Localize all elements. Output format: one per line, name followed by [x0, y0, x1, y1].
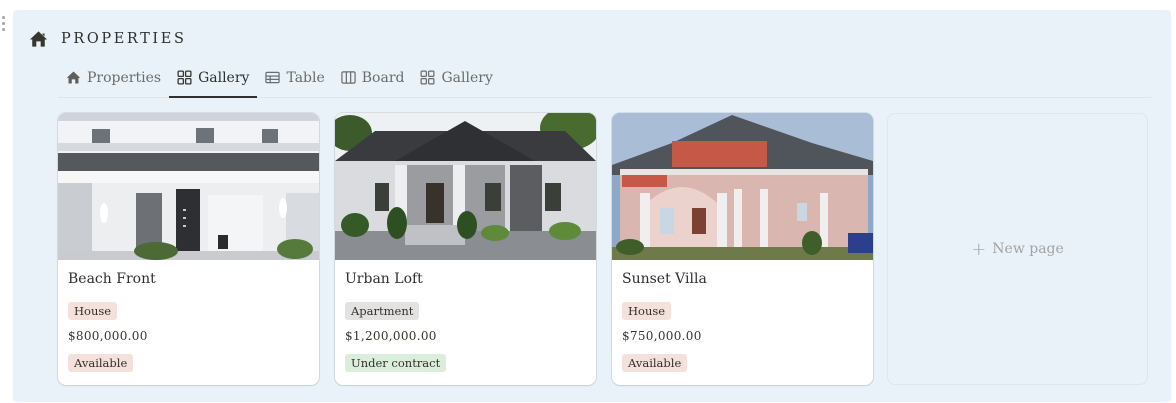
gallery-card-beach-front[interactable]: Beach Front House $800,000.00 Available	[58, 113, 319, 385]
properties-database-block: PROPERTIES Properties Gallery Table Boar…	[13, 10, 1171, 402]
tab-label: Table	[286, 69, 325, 86]
card-price: $800,000.00	[68, 329, 148, 343]
database-title[interactable]: PROPERTIES	[61, 31, 186, 47]
tab-board[interactable]: Board	[333, 62, 413, 93]
type-badge: House	[622, 302, 672, 320]
gallery-card-urban-loft[interactable]: Urban Loft Apartment $1,200,000.00 Under…	[335, 113, 596, 385]
home-icon	[29, 31, 48, 47]
tab-label: Properties	[87, 69, 162, 86]
card-cover-image	[335, 113, 596, 260]
status-badge: Under contract	[345, 354, 447, 372]
tab-properties[interactable]: Properties	[58, 62, 169, 93]
tab-table[interactable]: Table	[257, 62, 332, 93]
tab-gallery-2[interactable]: Gallery	[412, 62, 500, 93]
new-page-label: New page	[992, 241, 1064, 257]
gallery-icon	[177, 70, 192, 85]
card-title: Beach Front	[68, 271, 156, 287]
card-cover-image	[612, 113, 873, 260]
tab-label: Gallery	[441, 69, 493, 86]
tab-label: Gallery	[198, 69, 250, 86]
type-badge: Apartment	[345, 302, 420, 320]
table-icon	[265, 71, 281, 84]
view-tabs: Properties Gallery Table Board Gallery	[58, 62, 1151, 98]
status-badge: Available	[622, 354, 688, 372]
card-title: Sunset Villa	[622, 271, 707, 287]
gallery-icon	[421, 70, 435, 85]
gallery-card-sunset-villa[interactable]: Sunset Villa House $750,000.00 Available	[612, 113, 873, 385]
card-price: $1,200,000.00	[345, 329, 437, 343]
status-badge: Available	[68, 354, 134, 372]
drag-handle-icon[interactable]	[2, 16, 8, 32]
board-icon	[341, 71, 356, 84]
type-badge: House	[68, 302, 118, 320]
plus-icon: +	[971, 238, 987, 260]
new-page-card[interactable]: + New page	[887, 113, 1148, 385]
tab-gallery[interactable]: Gallery	[169, 62, 258, 98]
card-title: Urban Loft	[345, 271, 423, 287]
database-header: PROPERTIES	[29, 28, 186, 50]
tab-label: Board	[361, 69, 405, 86]
home-icon	[66, 71, 81, 84]
card-cover-image	[58, 113, 319, 260]
card-price: $750,000.00	[622, 329, 702, 343]
